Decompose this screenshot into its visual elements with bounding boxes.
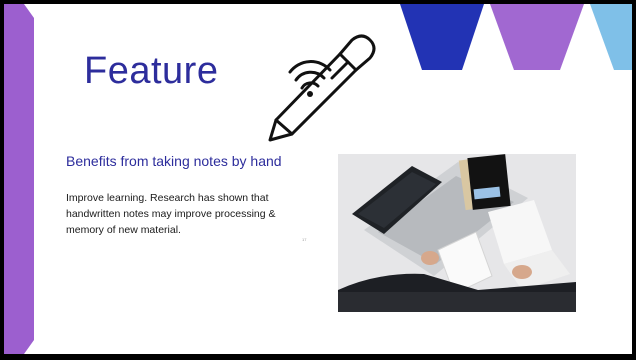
- body-paragraph: Improve learning. Research has shown tha…: [66, 192, 276, 236]
- footnote-marker: 17: [302, 237, 307, 242]
- slide-frame: Feature Benefits from taking notes by ha…: [0, 0, 636, 360]
- left-accent-bar: [4, 4, 34, 354]
- hexagon-decoration: [392, 4, 632, 74]
- slide-canvas: Feature Benefits from taking notes by ha…: [4, 4, 632, 354]
- smart-pen-icon: [262, 28, 384, 146]
- subheading: Benefits from taking notes by hand: [66, 153, 282, 169]
- laptop-notes-photo: [338, 154, 576, 312]
- slide-title: Feature: [84, 50, 219, 92]
